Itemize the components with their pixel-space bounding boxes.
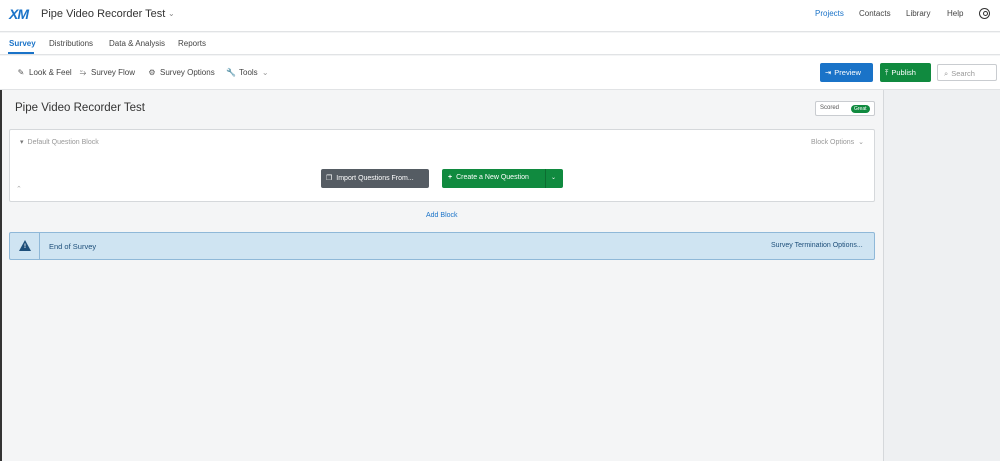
flow-icon: ⥲ (79, 68, 87, 77)
xm-logo[interactable]: XM (9, 6, 29, 22)
publish-icon: ⤒ (885, 68, 889, 77)
survey-options-label: Survey Options (160, 68, 215, 77)
create-label: Create a New Question (456, 174, 529, 181)
publish-label: Publish (891, 68, 916, 77)
publish-button[interactable]: ⤒ Publish (880, 63, 931, 82)
end-of-survey-label: End of Survey (49, 242, 97, 251)
survey-termination-options-link[interactable]: Survey Termination Options... (771, 242, 863, 249)
tab-data-analysis[interactable]: Data & Analysis (109, 39, 165, 48)
tools-label: Tools (239, 68, 258, 77)
block-options-menu[interactable]: Block Options ⌄ (811, 138, 864, 146)
button-divider (545, 169, 546, 188)
tab-survey[interactable]: Survey (9, 39, 36, 48)
import-questions-button[interactable]: ❐ Import Questions From... (321, 169, 429, 188)
chevron-down-icon[interactable]: ⌄ (551, 174, 556, 181)
look-feel-label: Look & Feel (29, 68, 72, 77)
preview-icon: ⇥ (825, 68, 832, 77)
look-feel-button[interactable]: ✎ Look & Feel (16, 68, 72, 77)
tab-distributions[interactable]: Distributions (49, 39, 93, 48)
search-input[interactable]: ⌕ Search (937, 64, 997, 81)
right-side-panel (883, 90, 1000, 461)
survey-flow-button[interactable]: ⥲ Survey Flow (78, 68, 135, 78)
preview-label: Preview (834, 68, 861, 77)
nav-library[interactable]: Library (906, 9, 930, 18)
project-title[interactable]: Pipe Video Recorder Test (41, 8, 165, 20)
import-label: Import Questions From... (336, 175, 414, 182)
nav-contacts[interactable]: Contacts (859, 9, 891, 18)
wrench-icon: 🔧 (226, 68, 236, 77)
survey-options-button[interactable]: ⚙ Survey Options (147, 68, 215, 77)
block-name-label: Default Question Block (27, 139, 99, 146)
block-options-label: Block Options (811, 139, 855, 146)
user-account-icon[interactable] (979, 8, 990, 19)
search-placeholder: Search (951, 69, 975, 78)
survey-toolbar: ✎ Look & Feel ⥲ Survey Flow ⚙ Survey Option… (0, 56, 1000, 90)
question-block (9, 129, 875, 202)
chevron-down-icon[interactable]: ⌄ (168, 9, 175, 18)
scored-button[interactable]: Scored Great (815, 101, 875, 116)
end-of-survey-element[interactable]: ! End of Survey Survey Termination Optio… (9, 232, 875, 260)
tools-button[interactable]: 🔧 Tools ⌄ (226, 68, 269, 77)
collapse-block-icon[interactable]: ⌃ (16, 185, 22, 193)
caret-down-icon: ▾ (20, 139, 24, 146)
brush-icon: ✎ (17, 68, 25, 77)
gear-icon: ⚙ (148, 68, 156, 77)
nav-projects[interactable]: Projects (815, 9, 844, 18)
copy-icon: ❐ (326, 175, 333, 182)
chevron-down-icon: ⌄ (261, 68, 269, 77)
add-block-link[interactable]: Add Block (426, 212, 458, 219)
left-edge-divider (0, 90, 2, 461)
active-tab-indicator (8, 52, 34, 54)
tab-bar: Survey Distributions Data & Analysis Rep… (0, 33, 1000, 55)
tab-reports[interactable]: Reports (178, 39, 206, 48)
create-question-button[interactable]: + Create a New Question ⌄ (442, 169, 563, 188)
exclamation-mark: ! (24, 244, 26, 250)
block-name[interactable]: ▾ Default Question Block (20, 138, 99, 146)
scored-label: Scored (820, 105, 840, 111)
survey-flow-label: Survey Flow (91, 68, 136, 77)
top-bar: XM Pipe Video Recorder Test ⌄ Projects C… (0, 0, 1000, 32)
scored-badge: Great (851, 105, 870, 113)
chevron-down-icon: ⌄ (858, 139, 865, 146)
plus-icon: + (448, 174, 453, 181)
survey-title: Pipe Video Recorder Test (15, 102, 145, 114)
preview-button[interactable]: ⇥ Preview (820, 63, 873, 82)
nav-help[interactable]: Help (947, 9, 963, 18)
warning-icon: ! (10, 233, 40, 259)
search-icon: ⌕ (944, 69, 949, 78)
